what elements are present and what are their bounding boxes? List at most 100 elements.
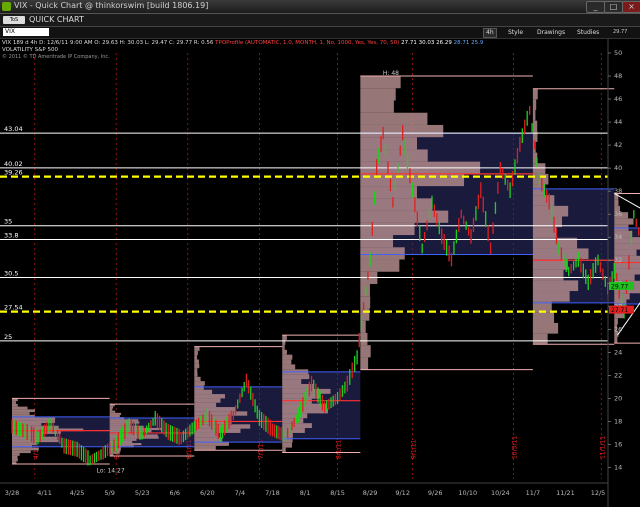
tpo-profile-bar bbox=[109, 410, 116, 413]
tpo-profile-bar bbox=[194, 381, 205, 386]
tpo-profile-bar bbox=[360, 332, 368, 346]
tpo-profile-bar bbox=[282, 354, 293, 360]
tpo-profile-bar bbox=[614, 268, 640, 275]
tpo-profile-bar bbox=[194, 394, 225, 399]
window-titlebar: VIX - Quick Chart @ thinkorswim [build 1… bbox=[0, 0, 640, 14]
tpo-profile-bar bbox=[532, 248, 589, 260]
price-axis-label: 48 bbox=[614, 72, 622, 80]
tpo-profile-bar bbox=[614, 318, 618, 325]
tpo-profile-bar bbox=[109, 436, 159, 439]
low-marker-label: Lo: 14.27 bbox=[97, 467, 125, 474]
level-label: 25 bbox=[4, 333, 12, 341]
tpo-profile-bar bbox=[532, 312, 555, 323]
tpo-profile-bar bbox=[360, 198, 433, 211]
tpo-profile-bar bbox=[12, 453, 20, 456]
high-marker-label: H: 48 bbox=[383, 70, 399, 77]
time-axis-label: 12/5 bbox=[591, 489, 606, 497]
tpo-profile-bar bbox=[532, 195, 555, 206]
level-label: 39.26 bbox=[4, 169, 23, 177]
tpo-profile-bar bbox=[360, 112, 428, 125]
level-label: 35 bbox=[4, 218, 12, 226]
tpo-profile-bar bbox=[194, 402, 217, 408]
tpo-profile-bar bbox=[282, 384, 314, 389]
tpo-profile-bar bbox=[194, 432, 219, 438]
time-axis-label: 5/23 bbox=[135, 489, 150, 497]
tpo-profile-bar bbox=[532, 322, 559, 334]
chart-area[interactable]: 4/1/115/2/116/1/117/1/118/1/119/1/1110/3… bbox=[0, 39, 640, 507]
tpo-profile-bar bbox=[532, 291, 570, 302]
tpo-profile-bar bbox=[532, 120, 538, 132]
tpo-profile-bar bbox=[109, 408, 113, 411]
tpo-profile-bar bbox=[12, 401, 16, 404]
tpo-profile-bar bbox=[194, 350, 198, 356]
date-marker-label: 10/3/11 bbox=[511, 436, 518, 459]
tpo-profile-bar bbox=[360, 247, 405, 260]
level-label: 43.04 bbox=[4, 125, 23, 133]
tpo-profile-bar bbox=[360, 186, 417, 199]
tpo-value-2: 30.03 bbox=[418, 40, 435, 46]
tpo-profile-bar bbox=[194, 363, 200, 369]
drawings-button[interactable]: Drawings bbox=[537, 28, 565, 37]
tpo-profile-bar bbox=[360, 100, 394, 113]
style-button[interactable]: Style bbox=[508, 28, 523, 37]
tpo-profile-bar bbox=[194, 355, 198, 360]
tab-bar: ToS QUICK CHART bbox=[0, 14, 640, 27]
time-axis-label: 4/25 bbox=[70, 489, 85, 497]
tab-quick-chart[interactable]: QUICK CHART bbox=[29, 15, 84, 24]
price-axis-label: 50 bbox=[614, 49, 622, 57]
level-label: 27.54 bbox=[4, 304, 23, 312]
time-axis-label: 11/7 bbox=[526, 489, 541, 497]
time-axis-label: 10/24 bbox=[491, 489, 510, 497]
tpo-study-label: TPOProfile (AUTOMATIC, 1.0, MONTH, 1, No… bbox=[215, 40, 400, 46]
time-axis-label: 9/12 bbox=[395, 489, 410, 497]
tpo-profile-bar bbox=[532, 99, 537, 110]
minimize-button[interactable]: _ bbox=[586, 1, 605, 13]
price-axis-label: 46 bbox=[614, 95, 622, 103]
symbol-description: VOLATILITY S&P 500 bbox=[2, 47, 58, 53]
price-marker-label: 29.77 bbox=[611, 283, 628, 290]
tpo-profile-bar bbox=[360, 259, 400, 272]
ohlc-header: VIX 189 d 4h D: 12/6/11 9:00 AM O: 29.63… bbox=[2, 40, 483, 46]
time-axis-label: 8/15 bbox=[330, 489, 345, 497]
tpo-profile-bar bbox=[532, 227, 557, 238]
tpo-profile-bar bbox=[282, 374, 310, 380]
time-axis-label: 8/29 bbox=[363, 489, 378, 497]
time-axis-label: 3/28 bbox=[5, 489, 20, 497]
price-axis-label: 36 bbox=[614, 210, 622, 218]
tpo-value-5: 25.9 bbox=[471, 40, 484, 46]
tpo-profile-bar bbox=[194, 376, 201, 382]
price-axis-label: 42 bbox=[614, 141, 622, 149]
close-button[interactable]: × bbox=[622, 1, 640, 13]
tpo-profile-bar bbox=[532, 184, 546, 196]
chart-toolbar: VIX 4h Style Drawings Studies 29.77 bbox=[0, 27, 640, 39]
tpo-profile-bar bbox=[12, 403, 18, 407]
tpo-profile-bar bbox=[282, 349, 287, 355]
tpo-profile-bar bbox=[194, 428, 241, 433]
tpo-profile-bar bbox=[282, 388, 331, 394]
tpo-profile-bar bbox=[194, 385, 204, 390]
tpo-profile-bar bbox=[532, 88, 538, 100]
tpo-profile-bar bbox=[282, 408, 328, 414]
tpo-profile-bar bbox=[614, 218, 634, 225]
tpo-profile-bar bbox=[109, 406, 114, 409]
symbol-input[interactable]: VIX bbox=[3, 28, 49, 36]
price-marker-label: 27.71 bbox=[611, 307, 628, 314]
studies-button[interactable]: Studies bbox=[577, 28, 599, 37]
ohlc-readout: VIX 189 d 4h D: 12/6/11 9:00 AM O: 29.63… bbox=[2, 40, 214, 46]
period-selector[interactable]: 4h bbox=[483, 28, 497, 38]
tpo-profile-bar bbox=[12, 455, 18, 459]
last-price: 29.77 bbox=[613, 29, 628, 35]
tpo-profile-bar bbox=[282, 379, 302, 385]
tpo-profile-bar bbox=[614, 199, 619, 206]
tpo-profile-bar bbox=[532, 205, 569, 217]
tpo-profile-bar bbox=[360, 124, 444, 138]
time-axis-label: 6/20 bbox=[200, 489, 215, 497]
time-axis-label: 9/26 bbox=[428, 489, 443, 497]
price-axis-label: 16 bbox=[614, 440, 622, 448]
price-axis-label: 26 bbox=[614, 325, 622, 333]
tpo-profile-bar bbox=[12, 447, 39, 451]
tpo-profile-bar bbox=[360, 137, 417, 150]
copyright-notice: © 2011 © TD Ameritrade IP Company, Inc. bbox=[2, 54, 110, 60]
tpo-profile-bar bbox=[282, 442, 292, 448]
maximize-button[interactable]: □ bbox=[604, 1, 623, 13]
